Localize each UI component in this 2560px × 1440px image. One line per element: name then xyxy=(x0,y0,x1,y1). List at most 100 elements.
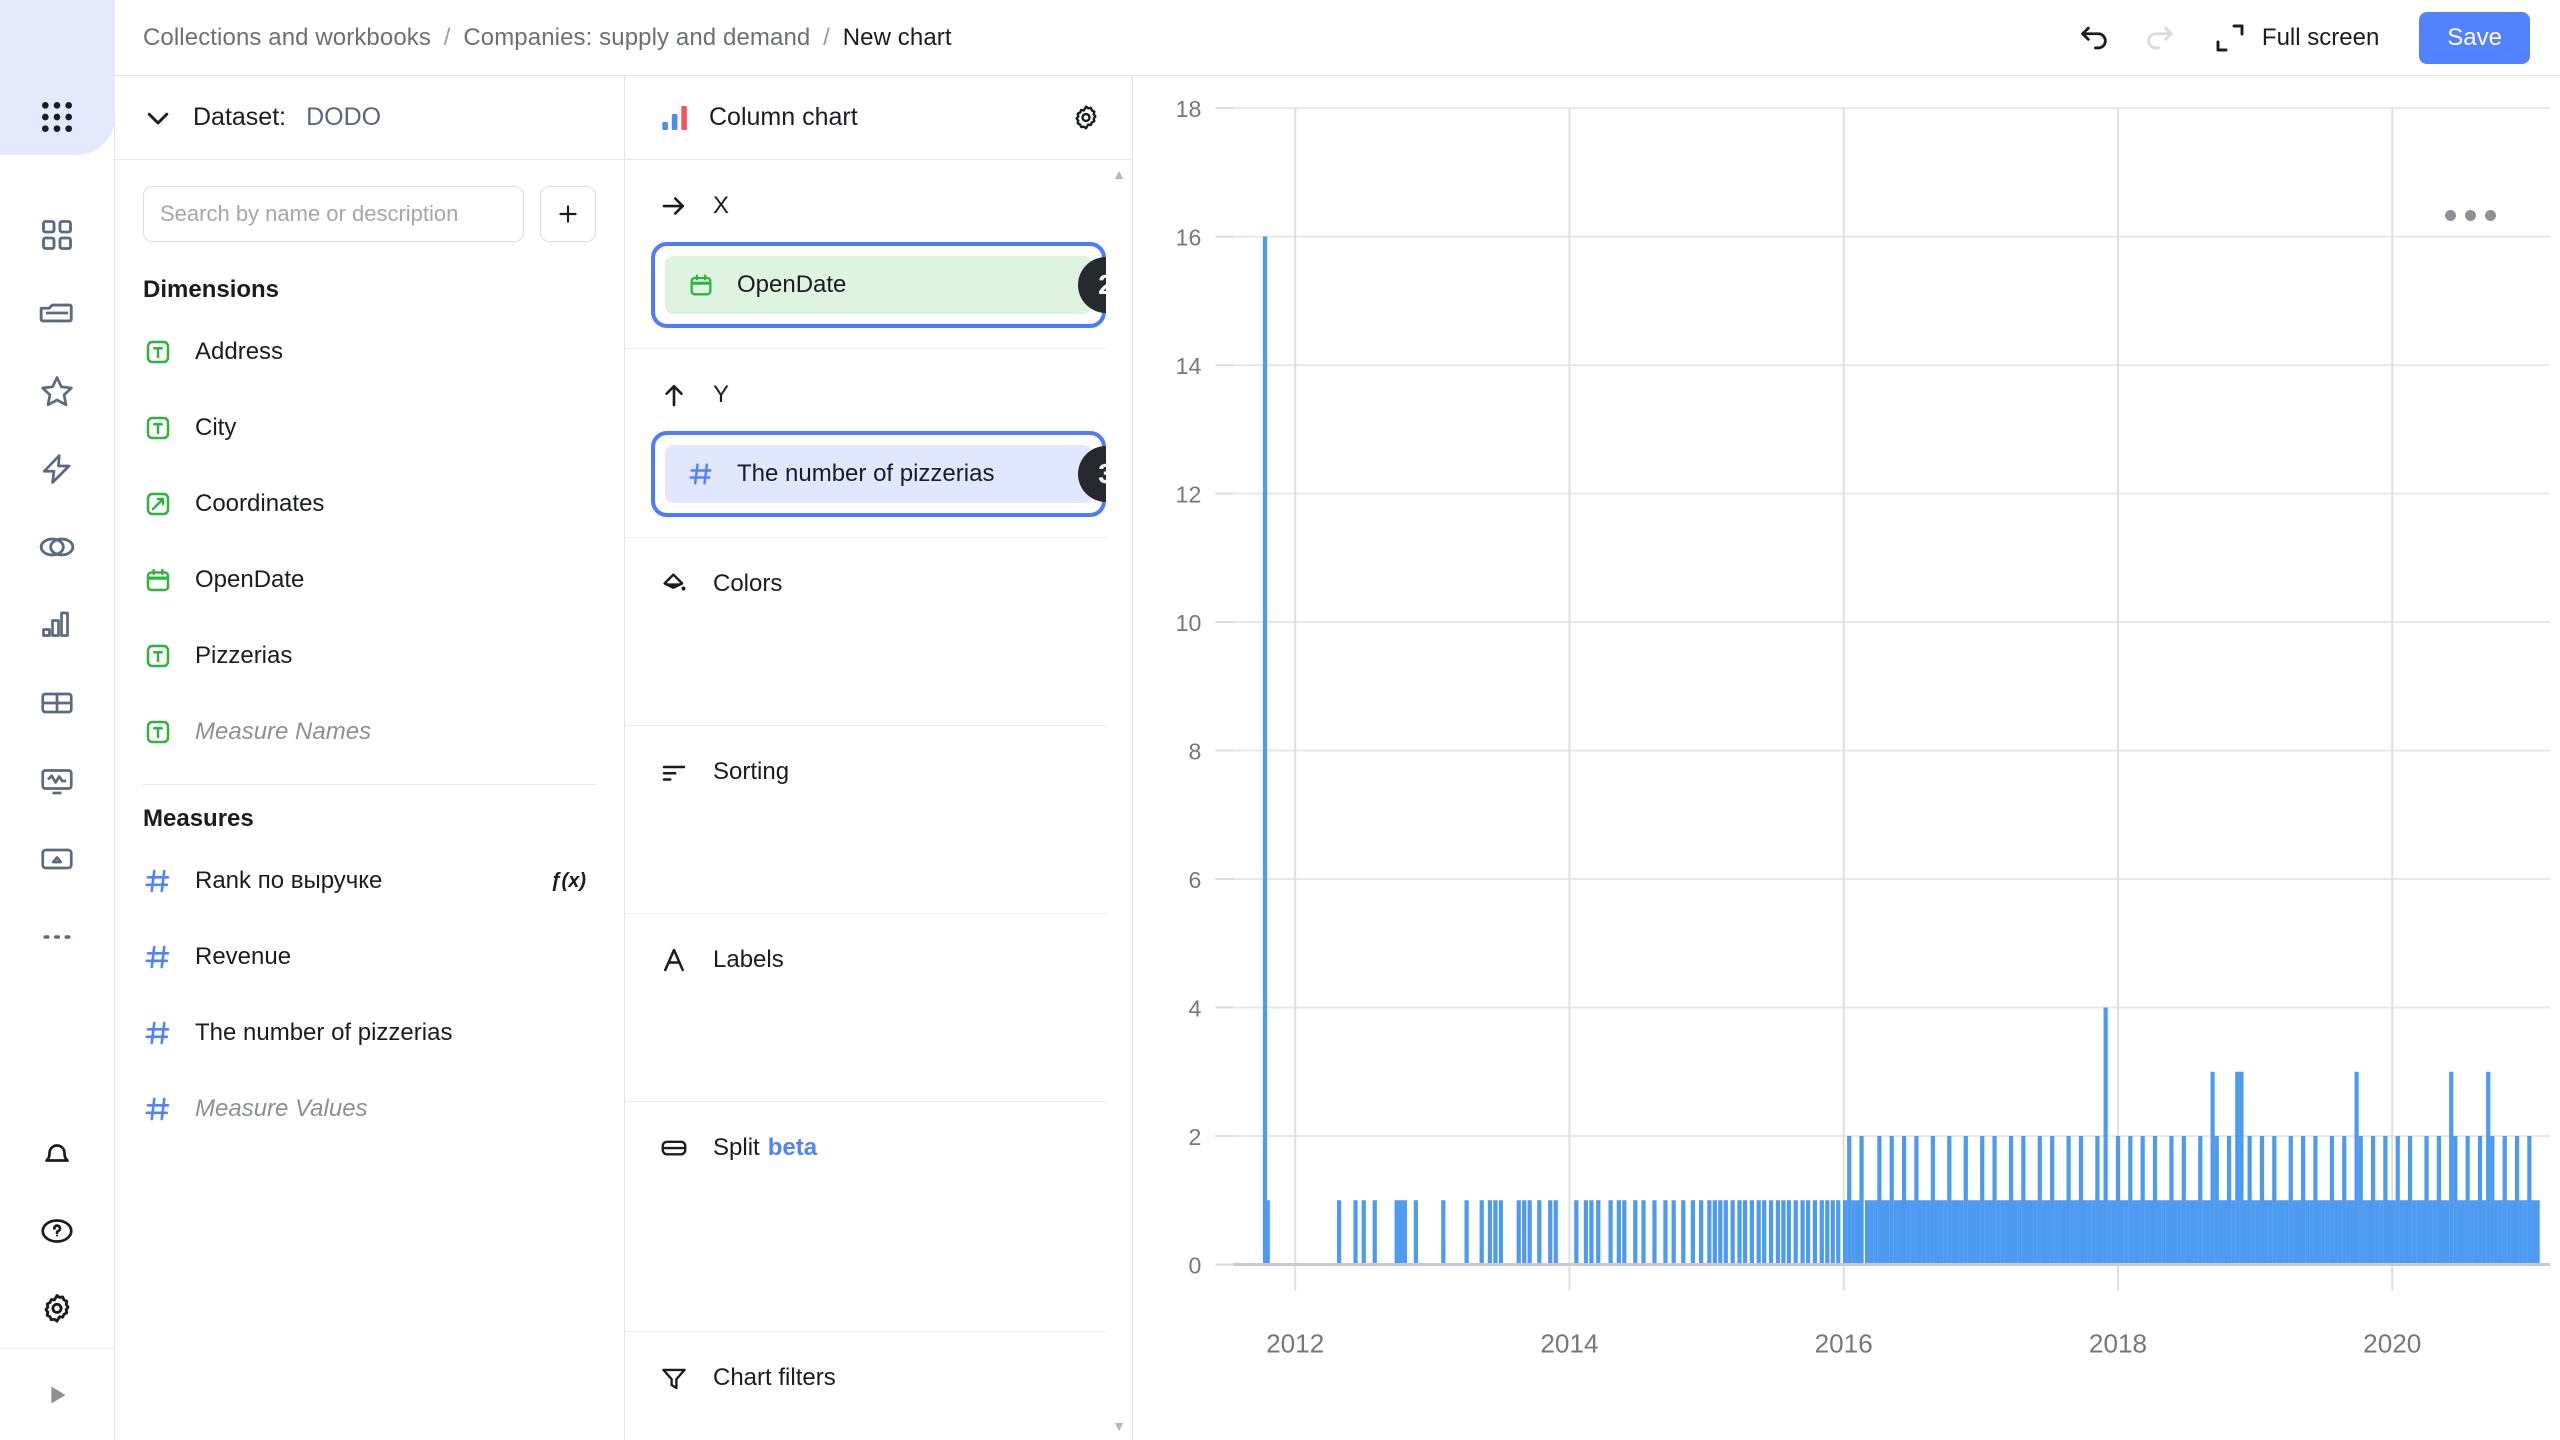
bar[interactable] xyxy=(2535,1200,2540,1265)
bar[interactable] xyxy=(2358,1135,2363,1265)
bar[interactable] xyxy=(2301,1135,2306,1265)
bar[interactable] xyxy=(2510,1200,2516,1265)
bar[interactable] xyxy=(2181,1135,2186,1265)
bar[interactable] xyxy=(2222,1200,2228,1265)
placement-colors[interactable]: Colors xyxy=(625,538,1132,726)
list-item[interactable]: Measure Names xyxy=(115,694,624,770)
bar[interactable] xyxy=(2041,1200,2047,1265)
bar[interactable] xyxy=(1413,1200,1418,1265)
bar[interactable] xyxy=(1527,1200,1532,1265)
bar[interactable] xyxy=(1622,1200,1627,1265)
bar[interactable] xyxy=(1698,1200,1704,1265)
bar[interactable] xyxy=(2313,1135,2318,1265)
bar[interactable] xyxy=(2259,1135,2265,1265)
add-field-button[interactable] xyxy=(540,186,596,242)
bar[interactable] xyxy=(1516,1200,1521,1265)
bar[interactable] xyxy=(1851,1200,1856,1265)
bar[interactable] xyxy=(1608,1200,1613,1265)
placement-chart-filters[interactable]: Chart filters xyxy=(625,1332,1132,1440)
bar[interactable] xyxy=(2519,1200,2524,1265)
bar[interactable] xyxy=(2362,1200,2367,1265)
bar[interactable] xyxy=(1992,1135,1997,1265)
search-input[interactable] xyxy=(143,186,524,242)
bar[interactable] xyxy=(2296,1200,2302,1265)
bar[interactable] xyxy=(2453,1135,2458,1265)
bar[interactable] xyxy=(1869,1200,1874,1265)
bar[interactable] xyxy=(2473,1200,2479,1265)
bar[interactable] xyxy=(2338,1200,2343,1265)
bar[interactable] xyxy=(2379,1200,2384,1265)
bar[interactable] xyxy=(2148,1200,2154,1265)
list-item[interactable]: The number of pizzerias xyxy=(115,995,624,1071)
bar[interactable] xyxy=(2004,1200,2010,1265)
bar[interactable] xyxy=(1842,1200,1848,1265)
bar[interactable] xyxy=(2218,1200,2223,1265)
bar[interactable] xyxy=(2457,1200,2462,1265)
bar[interactable] xyxy=(1493,1200,1498,1265)
bar[interactable] xyxy=(1893,1200,1898,1265)
sidebar-item-datasets[interactable] xyxy=(26,508,88,586)
field-chip-number-of-pizzerias[interactable]: The number of pizzerias xyxy=(665,445,1092,503)
bar[interactable] xyxy=(2325,1200,2330,1265)
bar[interactable] xyxy=(2477,1135,2483,1265)
bar[interactable] xyxy=(2013,1200,2018,1265)
bar[interactable] xyxy=(2268,1200,2273,1265)
bar[interactable] xyxy=(2054,1200,2059,1265)
sidebar-item-folder[interactable] xyxy=(26,820,88,898)
bar[interactable] xyxy=(2136,1200,2141,1265)
bar[interactable] xyxy=(2140,1135,2145,1265)
placement-sorting[interactable]: Sorting xyxy=(625,726,1132,914)
bar[interactable] xyxy=(2231,1200,2236,1265)
bar[interactable] xyxy=(1881,1200,1886,1265)
bar[interactable] xyxy=(1553,1200,1558,1265)
bar[interactable] xyxy=(2469,1200,2474,1265)
bar[interactable] xyxy=(1984,1200,1989,1265)
bar[interactable] xyxy=(2115,1135,2121,1265)
bar[interactable] xyxy=(2124,1200,2129,1265)
bar[interactable] xyxy=(2029,1200,2034,1265)
bar[interactable] xyxy=(1971,1200,1977,1265)
apps-grid-button[interactable] xyxy=(26,86,88,148)
bar[interactable] xyxy=(2008,1135,2014,1265)
list-item[interactable]: Coordinates xyxy=(115,466,624,542)
bar[interactable] xyxy=(2424,1135,2429,1265)
bar[interactable] xyxy=(2194,1200,2199,1265)
bar[interactable] xyxy=(2045,1200,2051,1265)
sidebar-item-help[interactable] xyxy=(26,1192,88,1270)
bar[interactable] xyxy=(1596,1200,1601,1265)
bar[interactable] xyxy=(2292,1200,2297,1265)
field-chip-opendate[interactable]: OpenDate xyxy=(665,256,1092,314)
bar[interactable] xyxy=(1963,1135,1968,1265)
bar[interactable] xyxy=(1819,1200,1824,1265)
bar[interactable] xyxy=(2206,1200,2211,1265)
bar[interactable] xyxy=(2375,1200,2380,1265)
bar[interactable] xyxy=(2095,1135,2100,1265)
sidebar-item-notifications[interactable] xyxy=(26,1114,88,1192)
bar[interactable] xyxy=(2243,1200,2248,1265)
bar[interactable] xyxy=(2255,1200,2260,1265)
breadcrumb-item-workbook[interactable]: Companies: supply and demand xyxy=(463,24,810,51)
bar[interactable] xyxy=(2169,1135,2174,1265)
bar[interactable] xyxy=(2263,1200,2269,1265)
bar[interactable] xyxy=(1836,1200,1841,1265)
sidebar-item-collections[interactable] xyxy=(26,274,88,352)
bar[interactable] xyxy=(2111,1200,2116,1265)
bar[interactable] xyxy=(1633,1200,1638,1265)
bar[interactable] xyxy=(1353,1200,1358,1265)
bar[interactable] xyxy=(1583,1200,1589,1265)
bar[interactable] xyxy=(1996,1200,2001,1265)
bar[interactable] xyxy=(2428,1200,2433,1265)
bar[interactable] xyxy=(1918,1200,1923,1265)
bar[interactable] xyxy=(1914,1135,1919,1265)
list-item[interactable]: Address xyxy=(115,314,624,390)
list-item[interactable]: Measure Values xyxy=(115,1071,624,1147)
bar[interactable] xyxy=(1959,1200,1964,1265)
bar[interactable] xyxy=(2239,1071,2244,1265)
bar[interactable] xyxy=(1864,1200,1870,1265)
bar[interactable] xyxy=(2436,1135,2441,1265)
dataset-header[interactable]: Dataset: DODO xyxy=(115,76,624,160)
bar[interactable] xyxy=(1786,1200,1791,1265)
bar[interactable] xyxy=(1737,1200,1742,1265)
bar[interactable] xyxy=(2395,1135,2400,1265)
list-item[interactable]: City xyxy=(115,390,624,466)
